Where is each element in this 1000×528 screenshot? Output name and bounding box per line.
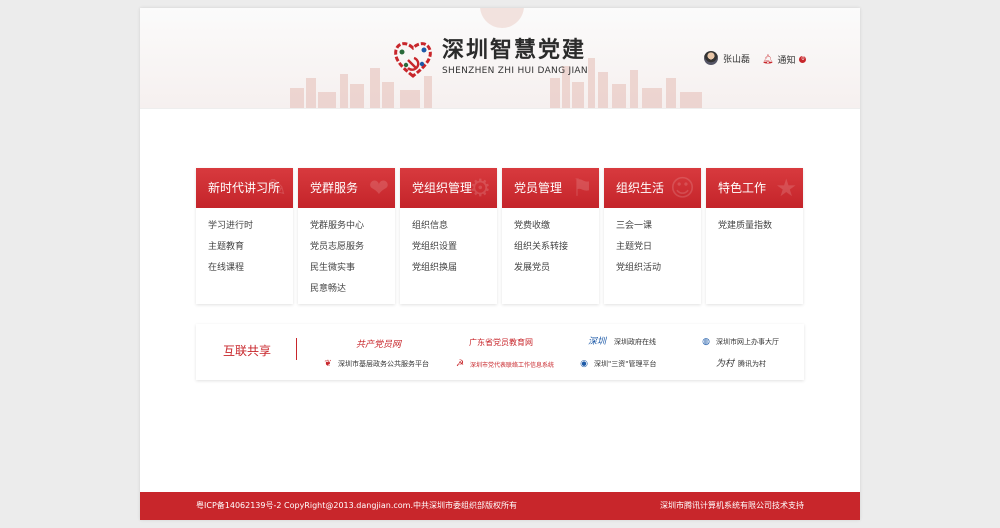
share-link-label: 深圳市基层政务公共服务平台 <box>338 360 429 368</box>
menu-link[interactable]: 组织信息 <box>412 216 497 237</box>
globe-icon: ◍ <box>702 337 710 347</box>
party-emblem-background <box>480 8 524 28</box>
column-title[interactable]: 党群服务 ❤ <box>298 168 395 208</box>
menu-link[interactable]: 组织关系转接 <box>514 237 599 258</box>
page: 深圳智慧党建 SHENZHEN ZHI HUI DANG JIAN 张山磊 🔔︎… <box>140 8 860 520</box>
column-watermark-icon: ❤ <box>368 174 389 202</box>
bell-icon: 🔔︎ <box>762 54 774 65</box>
menu-link[interactable]: 主题教育 <box>208 237 293 258</box>
notify-badge: 0 <box>799 56 807 63</box>
brand-subtitle: SHENZHEN ZHI HUI DANG JIAN <box>442 66 588 76</box>
share-link-label: 共产党员网 <box>356 340 402 350</box>
notify-label: 通知 <box>777 56 796 66</box>
menu-link[interactable]: 民生微实事 <box>310 258 395 279</box>
menu-link[interactable]: 党员志愿服务 <box>310 237 395 258</box>
column-org-life: 组织生活 ☺ 三会一课 主题党日 党组织活动 <box>604 168 701 304</box>
share-link[interactable]: ◉ 深圳"三资"管理平台 <box>578 359 656 369</box>
column-watermark-icon: ⚙ <box>469 174 491 202</box>
weicun-logo-icon: 为村 <box>716 359 735 369</box>
menu-link[interactable]: 三会一课 <box>616 216 701 237</box>
column-title[interactable]: 党员管理 ⚑ <box>502 168 599 208</box>
column-title[interactable]: 特色工作 ★ <box>706 168 803 208</box>
column-title-text: 党群服务 <box>310 181 359 195</box>
brand-title: 深圳智慧党建 <box>442 38 587 63</box>
menu-link[interactable]: 发展党员 <box>514 258 599 279</box>
column-mass-service: 党群服务 ❤ 党群服务中心 党员志愿服务 民生微实事 民意畅达 <box>298 168 395 304</box>
share-link-label: 腾讯为村 <box>738 360 766 368</box>
share-link[interactable]: ☭ 深圳市党代表联络工作信息系统 <box>454 359 554 369</box>
footer-support: 深圳市腾讯计算机系统有限公司技术支持 <box>660 501 804 510</box>
three-assets-icon: ◉ <box>580 359 588 369</box>
menu-link[interactable]: 在线课程 <box>208 258 293 279</box>
column-title[interactable]: 新时代讲习所 ✎ <box>196 168 293 208</box>
menu-link[interactable]: 党组织换届 <box>412 258 497 279</box>
share-link[interactable]: 深圳 深圳政府在线 <box>584 337 656 347</box>
column-watermark-icon: ⚑ <box>571 174 593 202</box>
share-links-panel: 互联共享 共产党员网 广东省党员教育网 深圳 深圳政府在线 ◍ 深圳市网上办事大… <box>196 324 804 380</box>
party-emblem-icon: ☭ <box>455 359 465 369</box>
column-org-management: 党组织管理 ⚙ 组织信息 党组织设置 党组织换届 <box>400 168 497 304</box>
menu-link[interactable]: 党组织设置 <box>412 237 497 258</box>
column-title-text: 党组织管理 <box>412 181 473 195</box>
avatar <box>704 51 718 65</box>
share-link[interactable]: ❦ 深圳市基层政务公共服务平台 <box>322 359 429 369</box>
share-link-label: 深圳市党代表联络工作信息系统 <box>470 361 555 369</box>
share-link-label: 深圳政府在线 <box>614 338 656 346</box>
footer-copyright: 粤ICP备14062139号-2 CopyRight@2013.dangjian… <box>196 501 517 510</box>
shenzhen-gov-logo-icon: 深圳 <box>587 337 606 347</box>
menu-link[interactable]: 民意畅达 <box>310 279 395 300</box>
divider <box>296 338 297 360</box>
share-link[interactable]: 为村 腾讯为村 <box>716 359 766 369</box>
service-platform-icon: ❦ <box>324 359 332 369</box>
column-lecture-hall: 新时代讲习所 ✎ 学习进行时 主题教育 在线课程 <box>196 168 293 304</box>
brand: 深圳智慧党建 SHENZHEN ZHI HUI DANG JIAN <box>442 38 588 76</box>
menu-link[interactable]: 党费收缴 <box>514 216 599 237</box>
menu-link[interactable]: 党建质量指数 <box>718 216 803 237</box>
module-columns: 新时代讲习所 ✎ 学习进行时 主题教育 在线课程 党群服务 ❤ 党群服务中心 党员志… <box>196 168 804 305</box>
heart-logo-icon <box>394 42 432 78</box>
column-title[interactable]: 组织生活 ☺ <box>604 168 701 208</box>
share-link[interactable]: ◍ 深圳市网上办事大厅 <box>700 337 779 347</box>
footer: 粤ICP备14062139号-2 CopyRight@2013.dangjian… <box>140 492 860 520</box>
menu-link[interactable]: 党组织活动 <box>616 258 701 279</box>
header: 深圳智慧党建 SHENZHEN ZHI HUI DANG JIAN 张山磊 🔔︎… <box>140 8 860 109</box>
column-special-work: 特色工作 ★ 党建质量指数 <box>706 168 803 304</box>
user-menu[interactable]: 张山磊 <box>704 51 750 65</box>
column-watermark-icon: ✎ <box>266 174 287 202</box>
column-title-text: 组织生活 <box>616 181 665 195</box>
column-watermark-icon: ★ <box>775 174 797 202</box>
column-title[interactable]: 党组织管理 ⚙ <box>400 168 497 208</box>
column-title-text: 党员管理 <box>514 181 563 195</box>
menu-link[interactable]: 党群服务中心 <box>310 216 395 237</box>
share-link[interactable]: 共产党员网 <box>356 337 401 350</box>
user-name: 张山磊 <box>723 54 751 65</box>
share-link-label: 深圳市网上办事大厅 <box>716 338 779 346</box>
column-title-text: 特色工作 <box>718 181 767 195</box>
share-link[interactable]: 广东省党员教育网 <box>469 337 533 348</box>
column-watermark-icon: ☺ <box>669 174 695 202</box>
column-member-management: 党员管理 ⚑ 党费收缴 组织关系转接 发展党员 <box>502 168 599 304</box>
share-link-label: 广东省党员教育网 <box>469 338 533 347</box>
menu-link[interactable]: 学习进行时 <box>208 216 293 237</box>
notification-button[interactable]: 🔔︎ 通知 0 <box>762 53 807 66</box>
menu-link[interactable]: 主题党日 <box>616 237 701 258</box>
share-title: 互联共享 <box>223 344 272 358</box>
share-link-label: 深圳"三资"管理平台 <box>594 360 657 368</box>
